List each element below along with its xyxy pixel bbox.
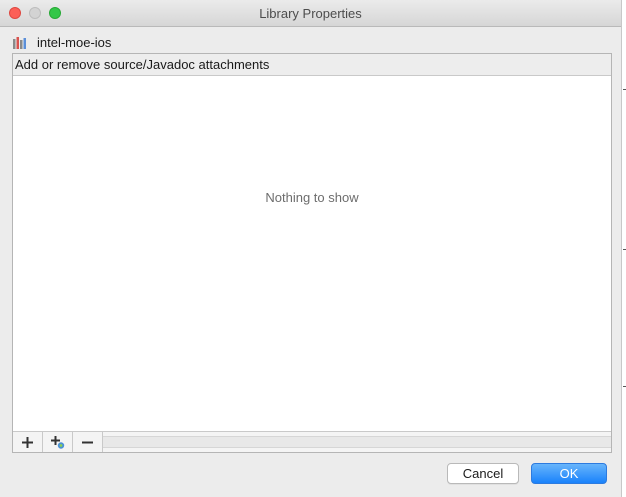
attachments-toolbar xyxy=(13,431,611,452)
toolbar-spacer xyxy=(103,436,611,448)
attachments-header: Add or remove source/Javadoc attachments xyxy=(13,54,611,76)
window-title: Library Properties xyxy=(259,6,362,21)
title-bar[interactable]: Library Properties xyxy=(0,0,621,27)
library-row: intel-moe-ios xyxy=(13,33,111,51)
cancel-button[interactable]: Cancel xyxy=(447,463,519,484)
library-name: intel-moe-ios xyxy=(37,34,112,50)
ok-button[interactable]: OK xyxy=(531,463,607,484)
add-attachment-button[interactable] xyxy=(13,432,43,452)
attachments-panel: Add or remove source/Javadoc attachments… xyxy=(12,53,612,453)
minus-icon xyxy=(82,437,93,448)
remove-attachment-button[interactable] xyxy=(73,432,103,452)
plus-icon xyxy=(22,436,33,448)
library-properties-dialog: Library Properties intel-moe-ios Add or … xyxy=(0,0,622,497)
add-url-attachment-button[interactable] xyxy=(43,432,73,452)
library-icon xyxy=(13,36,27,49)
plus-globe-icon xyxy=(50,435,65,449)
empty-state-text: Nothing to show xyxy=(265,190,359,205)
